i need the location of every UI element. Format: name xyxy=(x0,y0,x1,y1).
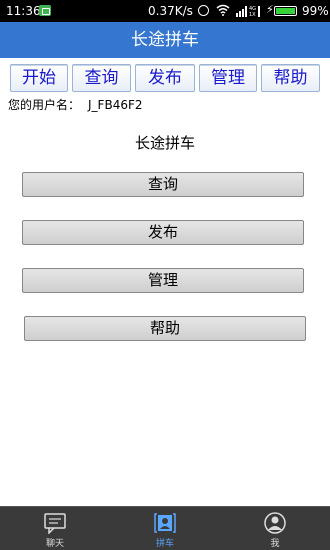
username-value: J_FB46F2 xyxy=(88,98,143,112)
profile-icon xyxy=(264,512,286,534)
page-heading: 长途拼车 xyxy=(134,134,195,152)
chat-icon xyxy=(44,513,66,534)
charging-icon: ⚡ xyxy=(266,3,274,16)
tab-carpool-label: 拼车 xyxy=(155,539,174,549)
username-label: 您的用户名： xyxy=(8,98,81,112)
status-bar: 11:36 0.37K/s 4G 1X ⚡ 99% xyxy=(0,0,330,22)
app-title: 长途拼车 xyxy=(131,30,199,50)
app-title-bar: 长途拼车 xyxy=(0,22,330,58)
nav-search-button[interactable]: 查询 xyxy=(72,64,131,92)
nav-publish-button[interactable]: 发布 xyxy=(135,64,195,92)
carpool-icon xyxy=(154,513,176,533)
publish-button[interactable]: 发布 xyxy=(22,220,304,245)
tab-me-label: 我 xyxy=(270,539,280,549)
tab-chat[interactable]: 聊天 xyxy=(0,507,110,550)
help-button[interactable]: 帮助 xyxy=(24,316,306,341)
svg-text:1X: 1X xyxy=(249,12,256,17)
battery-icon xyxy=(274,6,297,16)
tab-me[interactable]: 我 xyxy=(220,507,330,550)
search-button[interactable]: 查询 xyxy=(22,172,304,197)
nav-start-button[interactable]: 开始 xyxy=(10,64,68,92)
top-nav: 开始 查询 发布 管理 帮助 xyxy=(0,64,330,94)
nav-manage-button[interactable]: 管理 xyxy=(199,64,257,92)
nav-help-button[interactable]: 帮助 xyxy=(261,64,320,92)
alarm-icon xyxy=(198,5,209,16)
battery-percent: 99% xyxy=(302,4,329,18)
tab-chat-label: 聊天 xyxy=(45,539,64,549)
wifi-icon xyxy=(216,4,230,16)
tab-carpool[interactable]: 拼车 xyxy=(110,507,220,550)
bottom-tab-bar: 聊天 拼车 我 xyxy=(0,506,330,550)
signal-icon: 4G 1X xyxy=(236,6,260,17)
network-speed: 0.37K/s xyxy=(148,4,193,18)
notification-icon xyxy=(39,5,51,16)
manage-button[interactable]: 管理 xyxy=(22,268,304,293)
username-row: 您的用户名： J_FB46F2 xyxy=(8,96,143,113)
status-time: 11:36 xyxy=(6,4,41,18)
